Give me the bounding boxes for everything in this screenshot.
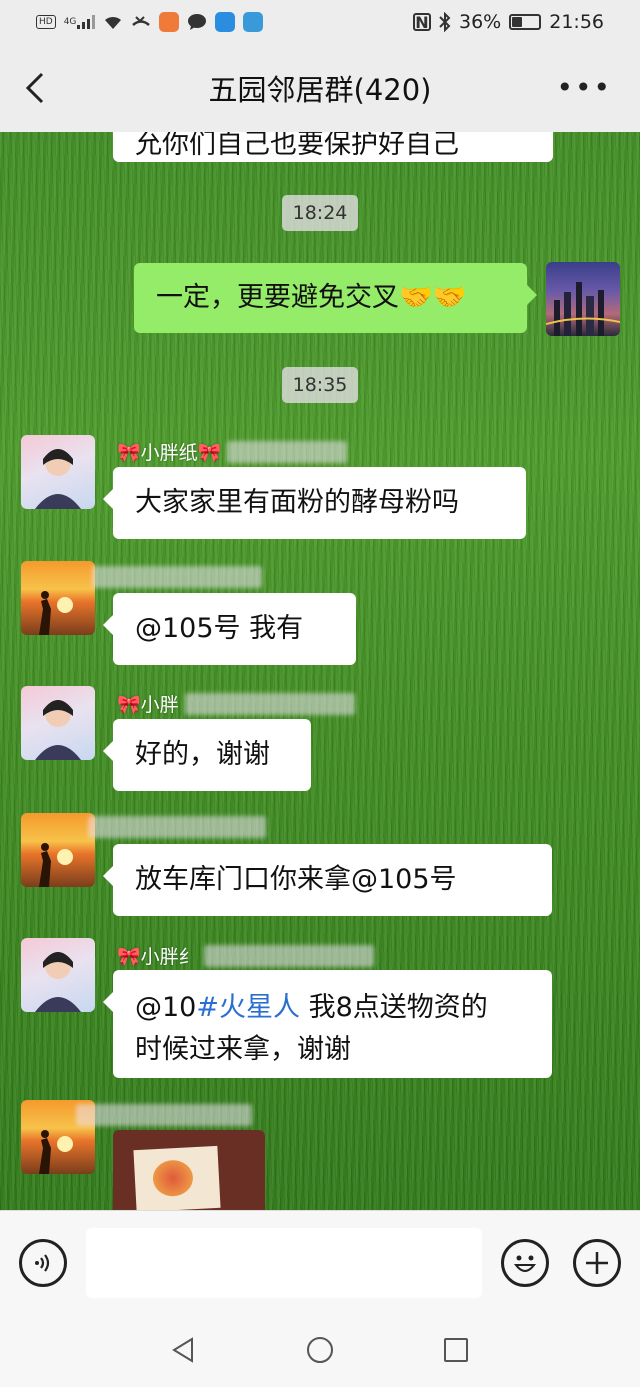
nav-home-icon[interactable] (305, 1335, 335, 1365)
message-input[interactable] (86, 1228, 482, 1298)
message-text: 一定，更要避免交叉🤝🤝 (156, 282, 467, 313)
voice-icon[interactable] (19, 1239, 67, 1287)
sender-avatar[interactable] (21, 938, 95, 1012)
message-text: @105号 我有 (135, 613, 304, 644)
image-content (133, 1145, 221, 1210)
message-text: 允你们自己也要保护好自己 (135, 132, 459, 160)
plus-icon[interactable] (573, 1239, 621, 1287)
nav-back-icon[interactable] (168, 1335, 198, 1365)
blurred-nickname (203, 944, 374, 967)
message-bubble[interactable]: 大家家里有面粉的酵母粉吗 (103, 467, 526, 539)
hd-icon: HD (36, 15, 56, 29)
browser-app-icon (215, 12, 236, 32)
message-text-line1: @10#火星人 我8点送物资的 (135, 992, 488, 1023)
input-bar (0, 1210, 640, 1313)
message-bubble[interactable]: 好的，谢谢 (103, 719, 311, 791)
emoji-icon[interactable] (501, 1239, 549, 1287)
sender-nickname (88, 816, 266, 838)
message-bubble[interactable]: 放车库门口你来拿@105号 (103, 844, 552, 916)
more-dots-icon[interactable]: ••• (556, 74, 612, 102)
missed-call-icon (131, 15, 151, 29)
message-bubble[interactable]: @10#火星人 我8点送物资的 时候过来拿，谢谢 (103, 970, 552, 1078)
status-bar: HD 4G N 36% 21:56 (0, 0, 640, 44)
sender-avatar[interactable] (21, 561, 95, 635)
group-title: 五园邻居群(420) (208, 73, 432, 107)
weather-app-icon (243, 12, 264, 32)
wifi-icon (103, 14, 123, 30)
sender-nickname: 🎀小胖纸🎀 (117, 438, 348, 465)
blurred-nickname (184, 692, 355, 715)
blurred-nickname (88, 816, 266, 838)
sender-nickname: 🎀小胖纟 (117, 942, 374, 969)
blurred-nickname (76, 1104, 252, 1126)
blurred-nickname (227, 440, 348, 463)
sender-nickname (76, 1104, 252, 1126)
nfc-icon: N (413, 13, 431, 32)
chat-header: 五园邻居群(420) ••• (0, 44, 640, 132)
back-arrow-icon[interactable] (22, 70, 50, 106)
blurred-nickname (92, 566, 262, 588)
timestamp: 18:24 (282, 195, 358, 231)
my-avatar[interactable] (546, 262, 620, 336)
message-icon (187, 13, 207, 31)
image-message[interactable] (113, 1130, 265, 1210)
system-navigation-bar (0, 1313, 640, 1387)
mention-link[interactable]: #火星人 (196, 992, 300, 1023)
battery-icon (509, 14, 542, 30)
sender-nickname (92, 566, 262, 588)
battery-level (512, 17, 523, 27)
clock: 21:56 (549, 11, 604, 33)
message-text: 好的，谢谢 (135, 739, 270, 770)
my-message-bubble[interactable]: 一定，更要避免交叉🤝🤝 (134, 263, 537, 333)
message-text-line2: 时候过来拿，谢谢 (135, 1034, 351, 1065)
timestamp: 18:35 (282, 367, 358, 403)
chat-messages[interactable]: 允你们自己也要保护好自己 18:24 一定，更要避免交叉🤝🤝 18:35 🎀小胖… (0, 132, 640, 1210)
app-notification-icon (159, 12, 180, 32)
message-text: 放车库门口你来拿@105号 (135, 864, 457, 895)
signal-4g-icon: 4G (64, 15, 96, 29)
message-bubble-partial[interactable]: 允你们自己也要保护好自己 (113, 132, 553, 162)
battery-percent: 36% (459, 11, 502, 33)
message-bubble[interactable]: @105号 我有 (103, 593, 356, 665)
sender-avatar[interactable] (21, 813, 95, 887)
bluetooth-icon (439, 12, 451, 32)
nav-recents-icon[interactable] (441, 1335, 471, 1365)
sender-nickname: 🎀小胖 (117, 690, 355, 717)
sender-avatar[interactable] (21, 686, 95, 760)
message-text: 大家家里有面粉的酵母粉吗 (135, 487, 459, 518)
sender-avatar[interactable] (21, 435, 95, 509)
